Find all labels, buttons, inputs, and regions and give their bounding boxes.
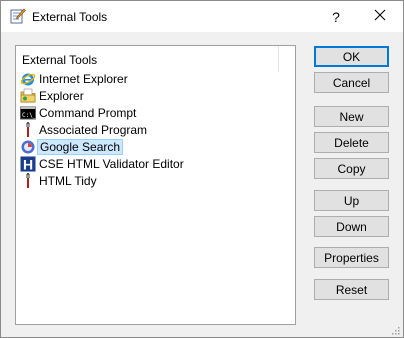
- list-item-associated-program[interactable]: Associated Program: [20, 122, 149, 138]
- list-item-label: Command Prompt: [39, 106, 137, 120]
- delete-button[interactable]: Delete: [314, 132, 389, 153]
- cancel-button[interactable]: Cancel: [314, 72, 389, 93]
- svg-text:H: H: [23, 157, 33, 173]
- down-button[interactable]: Down: [314, 216, 389, 237]
- ok-button[interactable]: OK: [314, 46, 389, 67]
- list-item-internet-explorer[interactable]: Internet Explorer: [20, 71, 130, 87]
- list-item-label: Explorer: [39, 89, 84, 103]
- list-item-label: CSE HTML Validator Editor: [39, 157, 184, 171]
- list-item-google-search[interactable]: Google Search: [20, 139, 124, 155]
- close-button[interactable]: [357, 1, 403, 32]
- internet-explorer-icon: [20, 71, 36, 87]
- help-button[interactable]: ?: [313, 1, 359, 32]
- list-item-explorer[interactable]: Explorer: [20, 88, 86, 104]
- help-label: ?: [332, 8, 340, 25]
- window-title: External Tools: [32, 10, 108, 24]
- google-icon: [20, 139, 36, 155]
- copy-button[interactable]: Copy: [314, 158, 389, 179]
- folder-icon: [20, 88, 36, 104]
- list-column-header[interactable]: External Tools: [16, 46, 279, 72]
- list-item-html-tidy[interactable]: HTML Tidy: [20, 173, 99, 189]
- resize-grip-icon[interactable]: [390, 324, 400, 335]
- list-item-label: Google Search: [37, 139, 124, 155]
- tool-icon: [20, 173, 36, 189]
- close-icon: [374, 9, 386, 24]
- new-button[interactable]: New: [314, 106, 389, 127]
- svg-text:C:\_: C:\_: [22, 112, 36, 119]
- reset-button[interactable]: Reset: [314, 279, 389, 300]
- properties-button[interactable]: Properties: [314, 247, 389, 268]
- list-item-label: Associated Program: [39, 123, 148, 137]
- up-button[interactable]: Up: [314, 190, 389, 211]
- list-header-label: External Tools: [22, 53, 98, 67]
- tools-list[interactable]: External Tools Internet Explorer Explore…: [15, 45, 296, 325]
- command-prompt-icon: C:\_: [20, 105, 37, 121]
- list-item-cse-validator[interactable]: H CSE HTML Validator Editor: [20, 156, 186, 173]
- list-item-label: HTML Tidy: [39, 174, 97, 188]
- list-item-label: Internet Explorer: [39, 72, 128, 86]
- title-bar: External Tools ?: [1, 1, 403, 32]
- notepad-pencil-icon: [10, 8, 26, 24]
- tool-icon: [20, 122, 36, 138]
- list-item-command-prompt[interactable]: C:\_ Command Prompt: [20, 105, 138, 121]
- external-tools-dialog: External Tools ? External Tools Internet…: [0, 0, 404, 338]
- cse-h-icon: H: [20, 156, 36, 173]
